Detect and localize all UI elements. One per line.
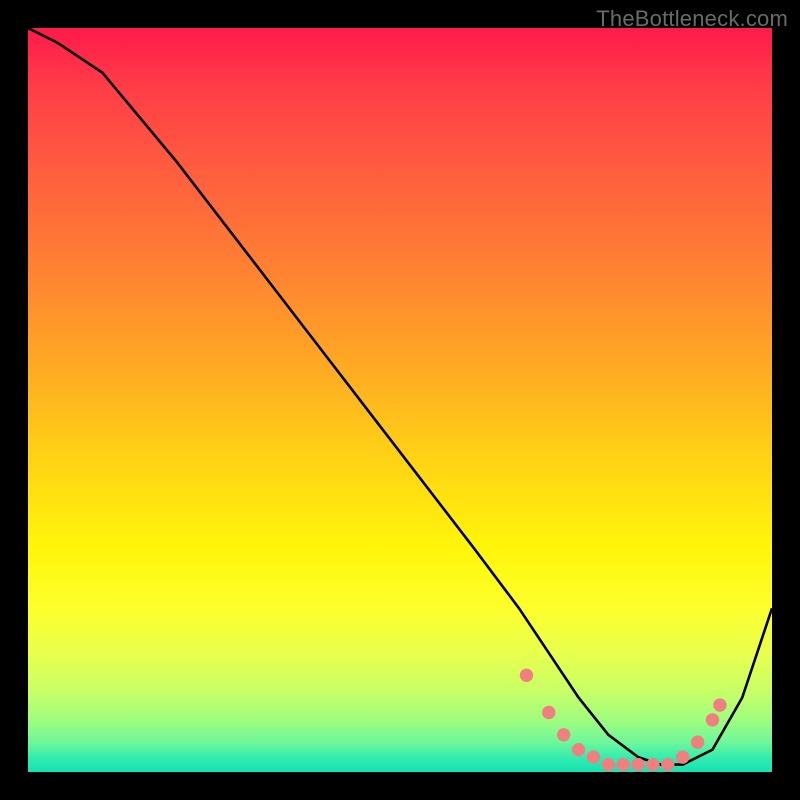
chart-svg: [28, 28, 772, 772]
marker-dot: [520, 669, 533, 682]
plot-area: [28, 28, 772, 772]
marker-dot: [587, 750, 600, 763]
curve-path: [28, 28, 772, 765]
marker-dot: [617, 758, 630, 771]
watermark-text: TheBottleneck.com: [596, 6, 788, 32]
marker-dot: [706, 713, 719, 726]
marker-group: [520, 669, 727, 772]
marker-dot: [602, 758, 615, 771]
marker-dot: [542, 706, 555, 719]
marker-dot: [676, 750, 689, 763]
chart-frame: TheBottleneck.com: [0, 0, 800, 800]
marker-dot: [631, 758, 644, 771]
marker-dot: [572, 743, 585, 756]
marker-dot: [557, 728, 570, 741]
marker-dot: [713, 698, 726, 711]
marker-dot: [646, 758, 659, 771]
marker-dot: [661, 758, 674, 771]
marker-dot: [691, 736, 704, 749]
